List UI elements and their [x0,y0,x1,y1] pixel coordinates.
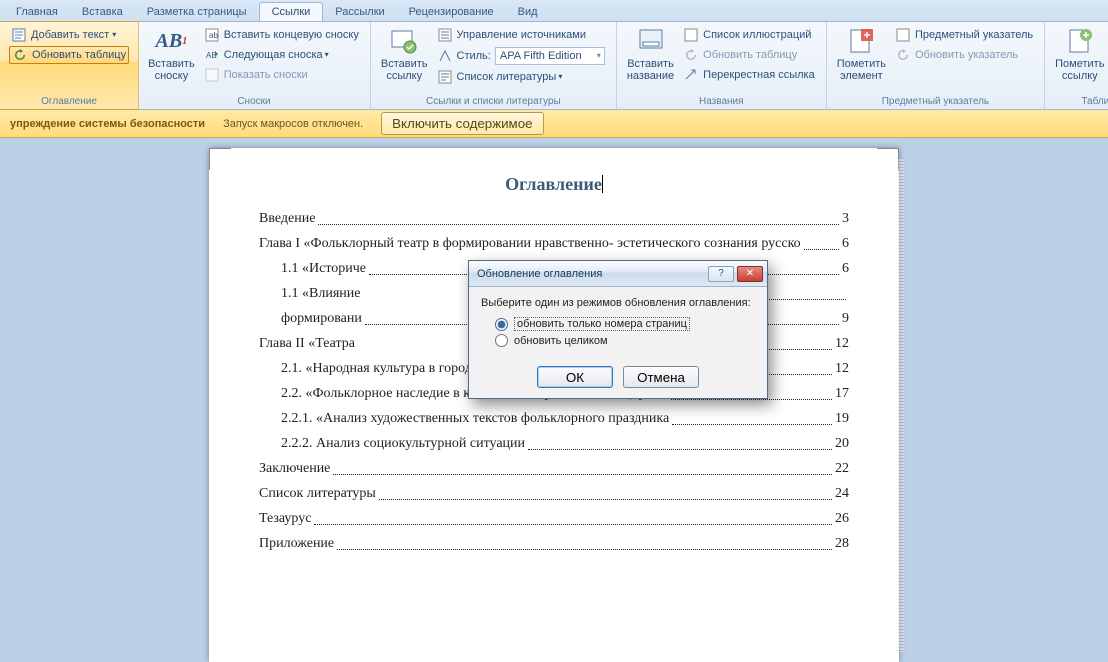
page-corner [877,148,899,170]
group-label-index: Предметный указатель [833,94,1038,109]
ribbon-group-captions: Вставитьназвание Список иллюстраций Обно… [617,22,827,109]
warning-label: упреждение системы безопасности [10,118,205,130]
add-text-button[interactable]: Добавить текст ▾ [9,26,129,44]
group-label-citations: Ссылки и списки литературы [377,94,610,109]
tab-bar: ГлавнаяВставкаРазметка страницыСсылкиРас… [0,0,1108,22]
radio-update-all[interactable]: обновить целиком [495,334,755,347]
manage-sources-icon [437,27,453,43]
ribbon-group-footnotes: AB1 Вставитьсноску ab Вставить концевую … [138,22,371,109]
radio-update-numbers[interactable]: обновить только номера страниц [495,317,755,331]
add-text-icon [11,27,27,43]
next-footnote-button[interactable]: AB Следующая сноска ▾ [202,46,361,64]
page-title: Оглавление [259,174,849,195]
toc-entry[interactable]: 2.2.2. Анализ социокультурной ситуации20 [259,434,849,454]
ribbon-group-toc: Добавить текст ▾ Обновить таблицу Оглавл… [0,21,139,110]
refresh-icon [12,47,28,63]
tab-разметка страницы[interactable]: Разметка страницы [135,3,259,21]
dialog-help-button[interactable]: ? [708,266,734,282]
mark-entry-button[interactable]: Пометитьэлемент [833,24,890,84]
ribbon-group-index: Пометитьэлемент Предметный указатель Обн… [827,22,1045,109]
mark-citation-icon [1065,26,1095,56]
endnote-icon: ab [204,27,220,43]
cross-ref-icon [683,67,699,83]
text-cursor [602,175,603,193]
insert-endnote-button[interactable]: ab Вставить концевую сноску [202,26,361,44]
page-edge [898,158,904,652]
toc-entry[interactable]: Заключение22 [259,459,849,479]
dialog-ok-button[interactable]: ОК [537,366,613,388]
tof-icon [683,27,699,43]
svg-text:ab: ab [209,31,218,40]
tab-ссылки[interactable]: Ссылки [259,2,324,21]
insert-footnote-button[interactable]: AB1 Вставитьсноску [144,24,199,86]
insert-caption-button[interactable]: Вставитьназвание [623,24,678,86]
insert-index-button[interactable]: Предметный указатель [893,26,1035,44]
update-index-button[interactable]: Обновить указатель [893,46,1035,64]
page-corner [209,148,231,170]
toc-entry[interactable]: 2.2.1. «Анализ художественных текстов фо… [259,409,849,429]
refresh-icon [683,47,699,63]
refresh-icon [895,47,911,63]
enable-content-button[interactable]: Включить содержимое [381,112,543,135]
toc-entry[interactable]: Введение3 [259,209,849,229]
next-footnote-icon: AB [204,47,220,63]
update-toc-dialog: Обновление оглавления ? ✕ Выберите один … [468,260,768,399]
dialog-title-text: Обновление оглавления [477,268,602,280]
cross-reference-button[interactable]: Перекрестная ссылка [681,66,817,84]
index-icon [895,27,911,43]
manage-sources-button[interactable]: Управление источниками [435,26,607,44]
bibliography-button[interactable]: Список литературы ▾ [435,68,607,86]
toc-entry[interactable]: Список литературы24 [259,484,849,504]
radio-update-numbers-input[interactable] [495,318,508,331]
warning-text: Запуск макросов отключен. [223,118,363,130]
group-label-captions: Названия [623,94,820,109]
radio-update-all-input[interactable] [495,334,508,347]
update-table-button[interactable]: Обновить таблицу [9,46,129,64]
dialog-close-button[interactable]: ✕ [737,266,763,282]
table-of-figures-button[interactable]: Список иллюстраций [681,26,817,44]
dialog-cancel-button[interactable]: Отмена [623,366,699,388]
dialog-titlebar[interactable]: Обновление оглавления ? ✕ [469,261,767,287]
tab-главная[interactable]: Главная [4,3,70,21]
citation-icon [389,26,419,56]
group-label-toc: Оглавление [6,94,132,109]
toc-entry[interactable]: Тезаурус26 [259,509,849,529]
group-label-footnotes: Сноски [144,94,364,109]
ribbon-group-citations: Вставитьссылку Управление источниками Ст… [371,22,617,109]
mark-citation-button[interactable]: Пометитьссылку [1051,24,1108,84]
footnote-icon: AB1 [156,26,186,56]
show-notes-icon [204,67,220,83]
tab-рецензирование[interactable]: Рецензирование [397,3,506,21]
document-area: Оглавление Введение3 Глава I «Фольклорный… [0,138,1108,662]
update-tof-button[interactable]: Обновить таблицу [681,46,817,64]
style-value-box[interactable]: APA Fifth Edition [495,47,605,65]
security-warning-bar: упреждение системы безопасности Запуск м… [0,110,1108,138]
group-label-toa: Таблица [1051,94,1108,109]
toc-entry[interactable]: Глава I «Фольклорный театр в формировани… [259,234,849,254]
tab-вставка[interactable]: Вставка [70,3,135,21]
show-notes-button[interactable]: Показать сноски [202,66,361,84]
ribbon-group-toa: Пометитьссылку Та Таблица [1045,22,1108,109]
bibliography-icon [437,69,453,85]
mark-entry-icon [846,26,876,56]
tab-вид[interactable]: Вид [506,3,550,21]
caption-icon [636,26,666,56]
dialog-prompt: Выберите один из режимов обновления огла… [481,297,755,309]
style-select[interactable]: Стиль: APA Fifth Edition [435,46,607,66]
ribbon: Добавить текст ▾ Обновить таблицу Оглавл… [0,22,1108,110]
insert-citation-button[interactable]: Вставитьссылку [377,24,432,88]
style-icon [437,48,453,64]
toc-entry[interactable]: Приложение28 [259,534,849,554]
tab-рассылки[interactable]: Рассылки [323,3,396,21]
document-page[interactable]: Оглавление Введение3 Глава I «Фольклорный… [209,148,899,662]
